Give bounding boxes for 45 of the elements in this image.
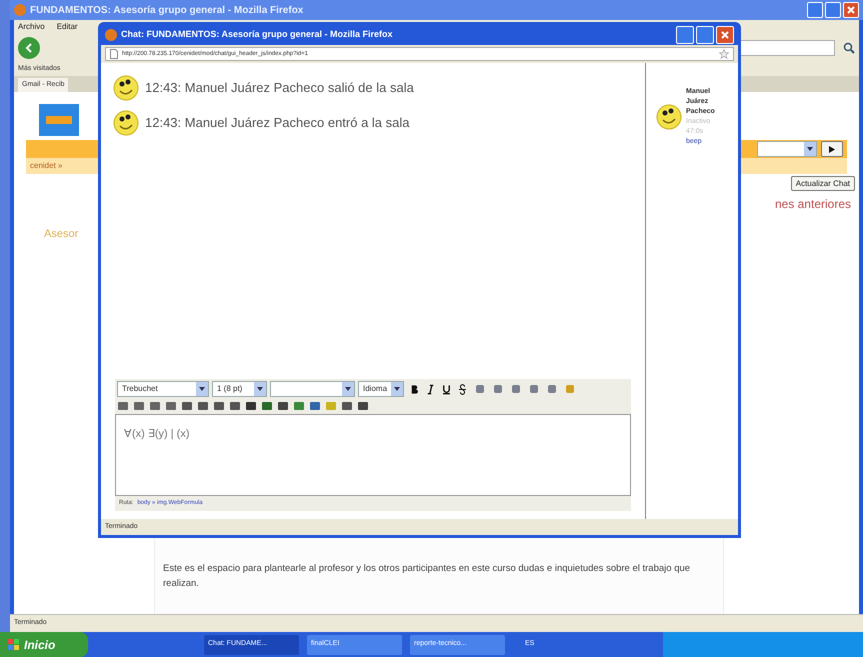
page-icon	[110, 49, 118, 59]
site-logo	[39, 104, 79, 136]
window-title: FUNDAMENTOS: Asesoría grupo general - Mozilla Firefox	[30, 4, 304, 18]
dropdown-icon	[394, 387, 400, 391]
close-icon	[720, 30, 730, 40]
search-field[interactable]	[740, 40, 835, 56]
underline-icon[interactable]	[441, 384, 452, 394]
minimize-button[interactable]	[807, 2, 823, 18]
firefox-icon	[105, 29, 117, 41]
chat-message: 12:43: Manuel Juárez Pacheco salió de la sala	[145, 79, 414, 98]
close-button[interactable]	[843, 2, 859, 18]
font-select[interactable]: Trebuchet	[117, 381, 209, 397]
maximize-button[interactable]	[696, 26, 714, 44]
page-heading: Asesor	[44, 228, 78, 240]
close-button[interactable]	[716, 26, 734, 44]
strikethrough-icon[interactable]	[457, 384, 468, 394]
link-text[interactable]: nes anteriores	[774, 195, 851, 213]
close-icon	[846, 5, 856, 15]
menu-item[interactable]: Archivo	[18, 21, 45, 33]
search-icon[interactable]	[843, 42, 855, 54]
minimize-button[interactable]	[676, 26, 694, 44]
play-icon	[829, 146, 835, 152]
editor-area[interactable]: ∀(x) ∃(y) | (x)	[115, 414, 631, 496]
dropdown-icon	[199, 387, 205, 391]
breadcrumb-link[interactable]: cenidet »	[30, 160, 62, 172]
italic-icon[interactable]	[425, 384, 436, 394]
star-icon[interactable]	[719, 49, 729, 59]
dropdown-icon	[345, 387, 351, 391]
bold-icon[interactable]	[409, 384, 420, 394]
back-button[interactable]	[18, 37, 40, 59]
maximize-button[interactable]	[825, 2, 841, 18]
window-title: Chat: FUNDAMENTOS: Asesoría grupo general - Mozilla Firefox	[121, 28, 394, 42]
dropdown-icon	[257, 387, 263, 391]
firefox-icon	[14, 4, 26, 16]
update-chat-button[interactable]: Actualizar Chat	[790, 176, 855, 191]
start-button[interactable]: Inicio	[0, 632, 88, 657]
windows-logo-icon	[8, 638, 20, 650]
menu-item[interactable]: Editar	[56, 21, 78, 33]
dropdown-icon	[807, 147, 813, 151]
language-select[interactable]: Idioma	[358, 381, 404, 397]
editor-text: ∀(x) ∃(y) | (x)	[124, 428, 190, 440]
description-text: Este es el espacio para plantearle al profesor y los otros participantes en este curso dudas e inquietudes sobre el trabajo que realizan.	[163, 562, 692, 591]
go-button[interactable]	[821, 141, 843, 157]
size-select[interactable]: 1 (8 pt)	[212, 381, 267, 397]
chat-message: 12:43: Manuel Juárez Pacheco entró a la sala	[145, 114, 410, 132]
